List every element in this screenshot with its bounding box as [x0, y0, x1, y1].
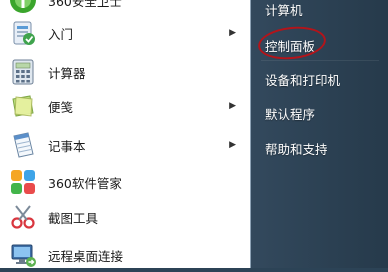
360-software-manager-icon: [8, 167, 38, 197]
getting-started-icon: [8, 18, 38, 48]
program-label: 截图工具: [48, 210, 99, 226]
submenu-arrow-icon[interactable]: ▶: [229, 140, 236, 150]
program-item-sticky-notes[interactable]: 便笺 ▶: [4, 89, 244, 123]
program-label: 便笺: [48, 99, 74, 115]
program-label: 360安全卫士: [48, 0, 122, 9]
program-item-remote-desktop[interactable]: 远程桌面连接: [4, 238, 244, 272]
program-item-notepad[interactable]: 记事本 ▶: [4, 128, 244, 162]
link-computer[interactable]: 计算机: [265, 0, 303, 19]
program-item-calculator[interactable]: 计算器: [4, 55, 244, 89]
program-label: 远程桌面连接: [48, 248, 124, 264]
submenu-arrow-icon[interactable]: ▶: [229, 101, 236, 111]
snipping-tool-icon: [8, 202, 38, 232]
link-devices-and-printers[interactable]: 设备和打印机: [265, 70, 340, 89]
remote-desktop-icon: [8, 240, 38, 270]
separator: [261, 60, 379, 61]
program-label: 记事本: [48, 138, 86, 154]
notepad-icon: [8, 130, 38, 160]
calculator-icon: [8, 57, 38, 87]
submenu-arrow-icon[interactable]: ▶: [229, 28, 236, 38]
program-item-snipping-tool[interactable]: 截图工具: [4, 200, 244, 234]
link-default-programs[interactable]: 默认程序: [265, 104, 315, 123]
link-help-and-support[interactable]: 帮助和支持: [265, 139, 328, 158]
360-security-icon: [8, 0, 38, 15]
program-item-getting-started[interactable]: 入门 ▶: [4, 16, 244, 50]
programs-pane: 360安全卫士 入门 ▶ 计算器 便笺 ▶ 记事本 ▶ 360软件管家 截图工具…: [0, 0, 251, 268]
sticky-notes-icon: [8, 91, 38, 121]
program-label: 计算器: [48, 65, 86, 81]
program-label: 360软件管家: [48, 175, 122, 191]
program-item-360-safe[interactable]: 360安全卫士: [4, 0, 244, 17]
program-item-360-software-manager[interactable]: 360软件管家: [4, 165, 244, 199]
program-label: 入门: [48, 26, 74, 42]
